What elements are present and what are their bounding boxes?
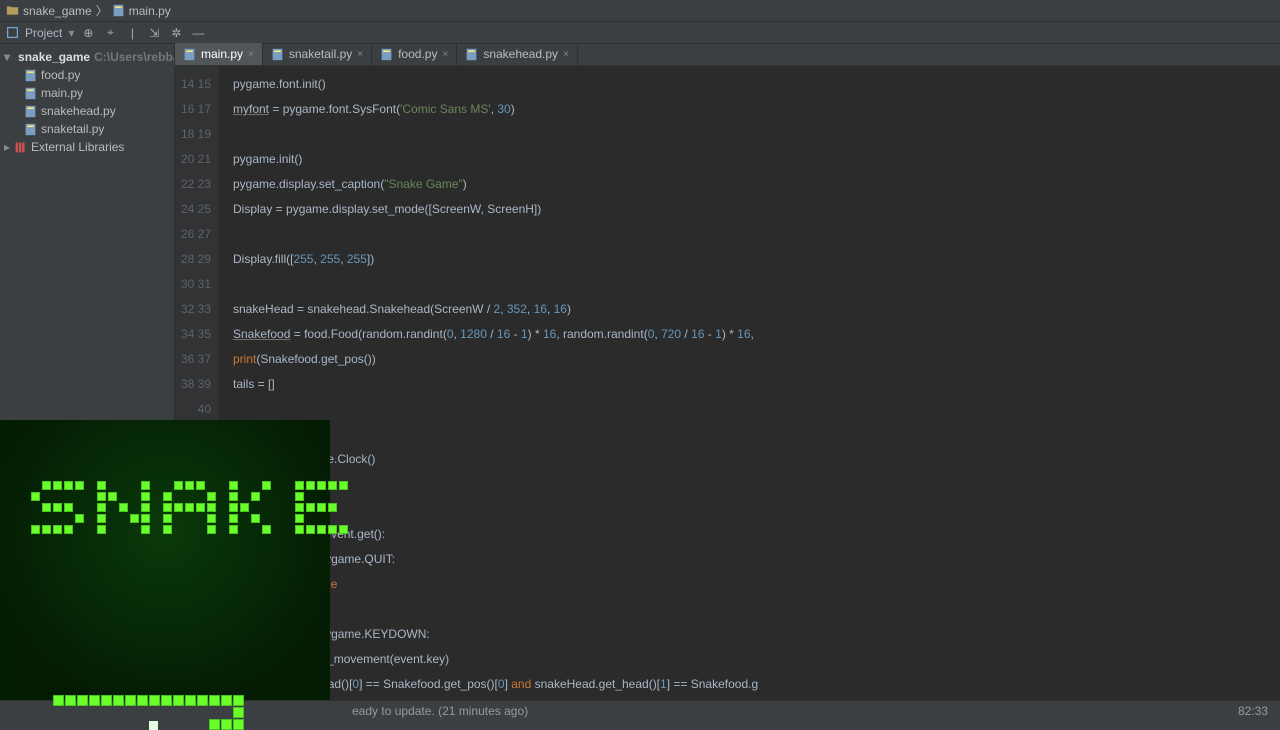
- editor-tab[interactable]: snaketail.py ×: [263, 43, 372, 65]
- close-icon[interactable]: ×: [563, 49, 569, 60]
- tab-label: snaketail.py: [289, 47, 352, 61]
- tree-file-label: snaketail.py: [41, 122, 104, 136]
- close-icon[interactable]: ×: [248, 49, 254, 60]
- tree-root-label: snake_game: [18, 50, 90, 64]
- hide-icon[interactable]: —: [190, 25, 206, 41]
- breadcrumb-file-label: main.py: [129, 4, 171, 18]
- tree-file[interactable]: main.py: [0, 84, 174, 102]
- breadcrumb-file[interactable]: main.py: [112, 4, 171, 18]
- folder-icon: [6, 4, 19, 17]
- tree-file[interactable]: food.py: [0, 66, 174, 84]
- breadcrumb: snake_game 〉 main.py: [0, 0, 1280, 22]
- editor-tab[interactable]: food.py ×: [372, 43, 457, 65]
- expand-icon[interactable]: ⇲: [146, 25, 162, 41]
- tree-file-label: snakehead.py: [41, 104, 116, 118]
- tree-file-label: food.py: [41, 68, 80, 82]
- chevron-right-icon: 〉: [96, 2, 108, 19]
- tree-ext-label: External Libraries: [31, 140, 124, 154]
- project-label: Project: [25, 26, 62, 40]
- tree-external-libs[interactable]: ▸ External Libraries: [0, 138, 174, 156]
- editor-tab[interactable]: snakehead.py ×: [457, 43, 578, 65]
- code-content[interactable]: pygame.font.init() myfont = pygame.font.…: [219, 66, 1280, 700]
- cursor-position: 82:33: [1238, 704, 1268, 718]
- locate-icon[interactable]: ⌖: [102, 25, 118, 41]
- tree-file[interactable]: snakehead.py: [0, 102, 174, 120]
- project-icon: [6, 26, 19, 39]
- chevron-down-icon: ▾: [4, 50, 10, 64]
- breadcrumb-project[interactable]: snake_game: [6, 4, 92, 18]
- collapse-icon[interactable]: ⊕: [80, 25, 96, 41]
- tree-file[interactable]: snaketail.py: [0, 120, 174, 138]
- library-icon: [14, 141, 27, 154]
- tab-label: food.py: [398, 47, 437, 61]
- divider: |: [124, 25, 140, 41]
- close-icon[interactable]: ×: [357, 49, 363, 60]
- tree-root[interactable]: ▾ snake_game C:\Users\rebba: [0, 48, 174, 66]
- tree-root-path: C:\Users\rebba: [94, 50, 175, 64]
- project-toolbar: Project ▾ ⊕ ⌖ | ⇲ ✲ —: [0, 22, 1280, 44]
- chevron-right-icon: ▸: [4, 140, 10, 154]
- tab-label: snakehead.py: [483, 47, 558, 61]
- close-icon[interactable]: ×: [442, 49, 448, 60]
- breadcrumb-project-label: snake_game: [23, 4, 92, 18]
- python-file-icon: [112, 4, 125, 17]
- status-message: eady to update. (21 minutes ago): [352, 704, 528, 718]
- dropdown-icon[interactable]: ▾: [68, 26, 74, 40]
- settings-icon[interactable]: ✲: [168, 25, 184, 41]
- editor-tab[interactable]: main.py ×: [175, 43, 263, 65]
- editor-tabs: main.py×snaketail.py×food.py×snakehead.p…: [175, 44, 1280, 66]
- code-editor[interactable]: 14 15 16 17 18 19 20 21 22 23 24 25 26 2…: [175, 66, 1280, 700]
- tree-file-label: main.py: [41, 86, 83, 100]
- snake-overlay: [0, 420, 330, 700]
- tab-label: main.py: [201, 47, 243, 61]
